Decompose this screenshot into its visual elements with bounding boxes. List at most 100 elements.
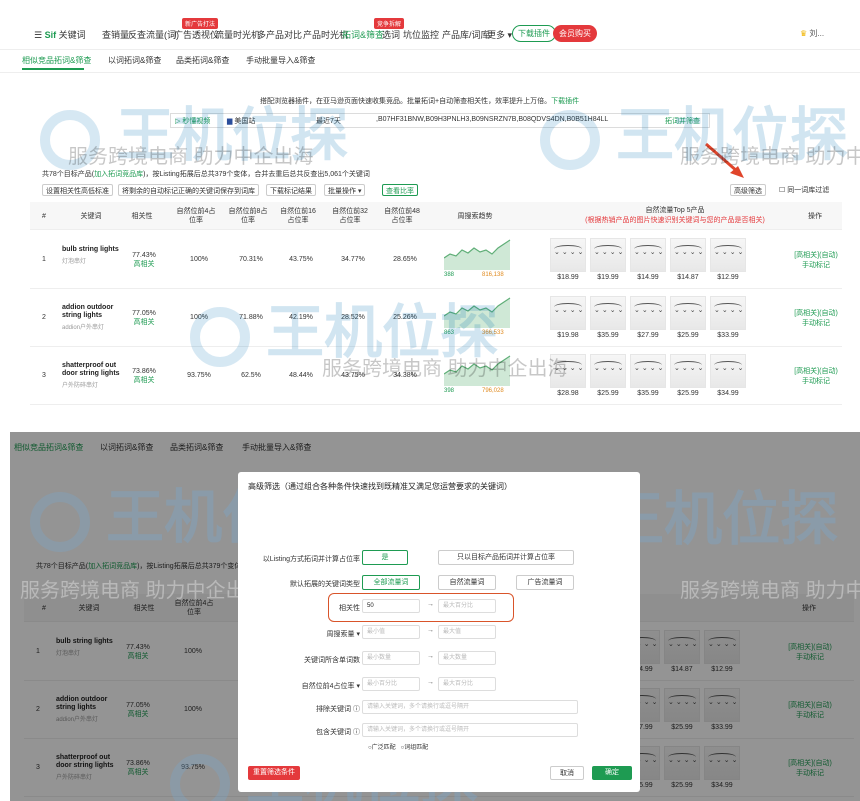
download-results-button[interactable]: 下载标记结果 — [266, 184, 316, 196]
product-thumbnail[interactable]: ⌄⌄⌄⌄ — [590, 354, 626, 388]
search-max-input[interactable]: 最大值 — [438, 625, 496, 639]
col-p8[interactable]: 自然位前8占位率 — [228, 207, 268, 225]
site-select[interactable]: ▆ 美国站 — [227, 116, 255, 126]
search-min-input[interactable]: 最小值 — [362, 625, 420, 639]
product-thumbnail[interactable]: ⌄⌄⌄⌄ — [630, 238, 666, 272]
manual-mark-link[interactable]: 手动标记 — [786, 319, 846, 329]
string-lights-icon: ⌄⌄⌄⌄ — [594, 245, 623, 256]
trend-sparkline[interactable] — [444, 236, 512, 276]
keyword-text[interactable]: bulb string lights — [62, 246, 122, 254]
word-min-input[interactable]: 最小数量 — [362, 651, 420, 665]
advanced-filter-button[interactable]: 高级筛选 — [730, 184, 766, 196]
keyword-text[interactable]: shatterproof out door string lights — [62, 362, 122, 378]
col-p48[interactable]: 自然位前48占位率 — [382, 207, 422, 225]
listing-yes-option[interactable]: 是 — [362, 550, 408, 565]
product-thumbnail[interactable]: ⌄⌄⌄⌄ — [550, 296, 586, 330]
nav-item-traffic[interactable]: 流量时光机 — [215, 28, 260, 41]
reset-filter-button[interactable]: 重置筛选条件 — [248, 766, 300, 780]
relevance-min-input[interactable]: 50 — [362, 599, 420, 613]
trend-sparkline[interactable] — [444, 294, 512, 334]
user-menu[interactable]: ♛ 刘... — [800, 28, 824, 39]
auto-mark-link[interactable]: [高相关](自动) — [786, 251, 846, 261]
submit-button[interactable]: 拓词并筛查 — [665, 116, 700, 126]
video-link[interactable]: ▷ 秒懂视频 — [175, 116, 210, 126]
keyword-text[interactable]: addion outdoor string lights — [62, 304, 122, 320]
logo[interactable]: ☰ Sif 关键词 — [34, 28, 86, 41]
globe-icon — [40, 109, 100, 170]
col-p16[interactable]: 自然位前16占位率 — [278, 207, 318, 225]
product-thumbnail[interactable]: ⌄⌄⌄⌄ — [550, 354, 586, 388]
download-plugin-button[interactable]: 下载插件 — [512, 25, 556, 42]
confirm-button[interactable]: 确定 — [592, 766, 632, 780]
help-icon[interactable]: ⓘ — [351, 729, 360, 736]
trend-sparkline[interactable] — [444, 352, 512, 392]
col-trend[interactable]: 周搜索趋势 — [450, 212, 500, 221]
trend-max: 366,533 — [482, 330, 504, 336]
listing-no-option[interactable]: 只以目标产品拓词并计算占位率 — [438, 550, 574, 565]
batch-ops-button[interactable]: 批量操作 ▾ — [324, 184, 366, 196]
exclude-input[interactable]: 请输入关键词，多个请换行或逗号隔开 — [362, 700, 578, 714]
tab-keyword[interactable]: 以词拓词&筛查 — [108, 55, 161, 66]
set-relevance-button[interactable]: 设置相关性高低标准 — [42, 184, 113, 196]
period-select[interactable]: 最近7天 — [316, 116, 341, 126]
product-thumbnail[interactable]: ⌄⌄⌄⌄ — [630, 296, 666, 330]
type-ad-option[interactable]: 广告流量词 — [516, 575, 574, 590]
keyword-translation: 户外防碎串灯 — [62, 383, 99, 389]
product-thumbnail[interactable]: ⌄⌄⌄⌄ — [630, 354, 666, 388]
product-thumbnail[interactable]: ⌄⌄⌄⌄ — [670, 354, 706, 388]
word-max-input[interactable]: 最大数量 — [438, 651, 496, 665]
nav-item-reverse[interactable]: 反查流量(词) — [128, 28, 179, 41]
manual-mark-link[interactable]: 手动标记 — [786, 377, 846, 387]
view-ratio-button[interactable]: 查看比率 — [382, 184, 418, 196]
keyword-cell: addion outdoor string lights addion户外串灯 — [62, 304, 122, 331]
nav-item-select[interactable]: 选词 — [382, 28, 400, 41]
manual-mark-link[interactable]: 手动标记 — [786, 261, 846, 271]
type-natural-option[interactable]: 自然流量词 — [438, 575, 496, 590]
relevance-max-input[interactable]: 最大百分比 — [438, 599, 496, 613]
help-icon[interactable]: ⓘ — [351, 706, 360, 713]
product-thumbnail[interactable]: ⌄⌄⌄⌄ — [550, 238, 586, 272]
save-keywords-button[interactable]: 将剩余的自动标记正确的关键词保存到词库 — [118, 184, 259, 196]
crown-icon: ♛ — [800, 29, 810, 38]
product-thumbnail[interactable]: ⌄⌄⌄⌄ — [590, 296, 626, 330]
rank-max-input[interactable]: 最大百分比 — [438, 677, 496, 691]
product-thumbnail[interactable]: ⌄⌄⌄⌄ — [590, 238, 626, 272]
col-p32[interactable]: 自然位前32占位率 — [330, 207, 370, 225]
product-thumbnail[interactable]: ⌄⌄⌄⌄ — [710, 296, 746, 330]
col-relevance[interactable]: 相关性 — [122, 212, 162, 221]
nav-item-ad-scope[interactable]: 广告透视仪 — [174, 28, 219, 41]
nav-item-more[interactable]: 更多 ▾ — [487, 28, 512, 41]
auto-mark-link[interactable]: [高相关](自动) — [786, 367, 846, 377]
nav-item-sales[interactable]: 查销量 — [102, 28, 129, 41]
col-p4[interactable]: 自然位前4占位率 — [176, 207, 216, 225]
tab-similar[interactable]: 相似竞品拓词&筛查 — [22, 55, 91, 66]
string-lights-icon: ⌄⌄⌄⌄ — [554, 303, 583, 314]
tab-category[interactable]: 品类拓词&筛查 — [176, 55, 229, 66]
rank-label[interactable]: 自然位前4占位率 ▾ — [248, 681, 360, 691]
search-volume-label[interactable]: 周搜索量 ▾ — [278, 629, 360, 639]
add-library-link[interactable]: 加入拓词竞品库 — [94, 171, 143, 178]
product-thumbnail[interactable]: ⌄⌄⌄⌄ — [710, 238, 746, 272]
include-input[interactable]: 请输入关键词，多个请换行或逗号隔开 — [362, 723, 578, 737]
checkbox-icon[interactable]: ☐ — [779, 187, 787, 194]
cancel-button[interactable]: 取消 — [550, 766, 584, 780]
product-thumbnail[interactable]: ⌄⌄⌄⌄ — [670, 238, 706, 272]
nav-item-library[interactable]: 产品库/词库 — [442, 28, 490, 41]
nav-item-expand[interactable]: 拓词&筛查 — [342, 28, 384, 41]
asin-input[interactable]: ,B07HF31BNW,B09H3PNLH3,B09NSRZN7B,B08QDV… — [376, 116, 608, 123]
product-thumbnail[interactable]: ⌄⌄⌄⌄ — [710, 354, 746, 388]
phrase-match-option[interactable]: ○词组匹配 — [401, 745, 429, 751]
tab-manual[interactable]: 手动批量导入&筛查 — [246, 55, 315, 66]
product-thumbnail[interactable]: ⌄⌄⌄⌄ — [670, 296, 706, 330]
dedupe-toggle[interactable]: ☐ 同一词库过滤 — [776, 184, 833, 196]
broad-match-option[interactable]: ○广泛匹配 — [368, 745, 396, 751]
rank-min-input[interactable]: 最小百分比 — [362, 677, 420, 691]
type-all-option[interactable]: 全部流量词 — [362, 575, 420, 590]
word-count-label: 关键词所含单词数 — [304, 657, 360, 664]
nav-item-compare[interactable]: 多产品对比 — [257, 28, 302, 41]
nav-item-monitor[interactable]: 坑位监控 — [403, 28, 439, 41]
vip-button[interactable]: 会员购买 — [553, 25, 597, 42]
auto-mark-link[interactable]: [高相关](自动) — [786, 309, 846, 319]
hint-link[interactable]: 下载插件 — [551, 98, 579, 105]
menu-icon[interactable]: ☰ — [34, 30, 45, 40]
